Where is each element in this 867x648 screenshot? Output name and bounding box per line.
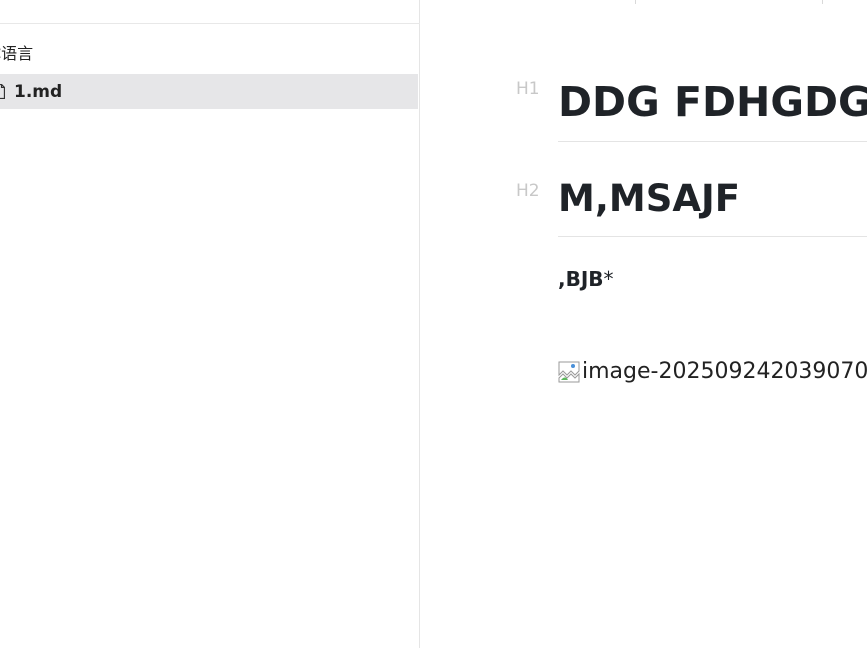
image-alt-text: image-20250924203907090 bbox=[582, 359, 867, 384]
h1-hint: H1 bbox=[516, 79, 540, 99]
heading-1[interactable]: DDG FDHGDGHDG bbox=[558, 77, 867, 127]
heading-1-divider bbox=[558, 141, 867, 142]
file-sidebar: C语言 1.md bbox=[0, 0, 420, 648]
tab-strip bbox=[421, 0, 867, 4]
document-icon bbox=[0, 84, 5, 99]
tab-divider bbox=[822, 0, 823, 4]
file-item-label: 1.md bbox=[14, 82, 63, 102]
folder-item[interactable]: C语言 bbox=[0, 38, 33, 66]
typora-window: C语言 1.md H1 DDG FDHGDGHDG H2 M,MSAJF ,BJ… bbox=[0, 0, 867, 648]
sidebar-header bbox=[0, 0, 420, 24]
paragraph-bold-text: ,BJB bbox=[558, 267, 604, 291]
editor-pane[interactable]: H1 DDG FDHGDGHDG H2 M,MSAJF ,BJB* image-… bbox=[421, 0, 867, 648]
folder-label: C语言 bbox=[0, 44, 34, 63]
broken-image-icon bbox=[558, 361, 580, 383]
paragraph-text: * bbox=[603, 267, 614, 291]
heading-2[interactable]: M,MSAJF bbox=[558, 176, 740, 222]
file-item-1-md[interactable]: 1.md bbox=[0, 74, 418, 109]
heading-2-divider bbox=[558, 236, 867, 237]
image-block[interactable]: image-20250924203907090 bbox=[558, 357, 867, 387]
tab-divider bbox=[635, 0, 636, 4]
h2-hint: H2 bbox=[516, 181, 540, 201]
paragraph[interactable]: ,BJB* bbox=[558, 265, 614, 293]
